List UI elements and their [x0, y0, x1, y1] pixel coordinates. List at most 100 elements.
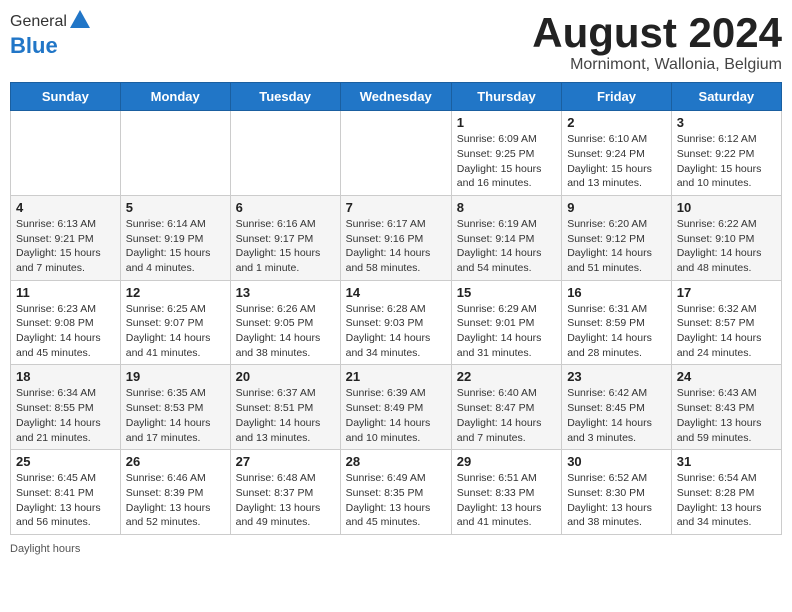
day-info: Sunrise: 6:54 AMSunset: 8:28 PMDaylight:… [677, 471, 776, 530]
day-info: Sunrise: 6:17 AMSunset: 9:16 PMDaylight:… [346, 217, 446, 276]
day-number: 27 [236, 454, 335, 469]
calendar-cell: 18 Sunrise: 6:34 AMSunset: 8:55 PMDayligh… [11, 365, 121, 450]
day-info: Sunrise: 6:45 AMSunset: 8:41 PMDaylight:… [16, 471, 115, 530]
day-info: Sunrise: 6:10 AMSunset: 9:24 PMDaylight:… [567, 132, 666, 191]
day-info: Sunrise: 6:34 AMSunset: 8:55 PMDaylight:… [16, 386, 115, 445]
day-info: Sunrise: 6:43 AMSunset: 8:43 PMDaylight:… [677, 386, 776, 445]
day-number: 15 [457, 285, 556, 300]
calendar-cell: 15 Sunrise: 6:29 AMSunset: 9:01 PMDayligh… [451, 280, 561, 365]
calendar-cell: 21 Sunrise: 6:39 AMSunset: 8:49 PMDayligh… [340, 365, 451, 450]
day-info: Sunrise: 6:16 AMSunset: 9:17 PMDaylight:… [236, 217, 335, 276]
day-number: 18 [16, 369, 115, 384]
weekday-header-friday: Friday [562, 83, 672, 111]
day-number: 5 [126, 200, 225, 215]
calendar-cell: 10Sunrise: 6:22 AMSunset: 9:10 PMDayligh… [671, 195, 781, 280]
day-number: 4 [16, 200, 115, 215]
day-number: 21 [346, 369, 446, 384]
title-area: August 2024 Mornimont, Wallonia, Belgium [532, 10, 782, 74]
day-info: Sunrise: 6:14 AMSunset: 9:19 PMDaylight:… [126, 217, 225, 276]
calendar-cell: 20Sunrise: 6:37 AMSunset: 8:51 PMDayligh… [230, 365, 340, 450]
calendar-cell: 19Sunrise: 6:35 AMSunset: 8:53 PMDayligh… [120, 365, 230, 450]
footer: Daylight hours [10, 543, 782, 555]
day-info: Sunrise: 6:49 AMSunset: 8:35 PMDaylight:… [346, 471, 446, 530]
day-number: 31 [677, 454, 776, 469]
day-info: Sunrise: 6:20 AMSunset: 9:12 PMDaylight:… [567, 217, 666, 276]
day-number: 28 [346, 454, 446, 469]
calendar-cell: 31 Sunrise: 6:54 AMSunset: 8:28 PMDayligh… [671, 450, 781, 535]
day-info: Sunrise: 6:28 AMSunset: 9:03 PMDaylight:… [346, 302, 446, 361]
calendar-cell: 8Sunrise: 6:19 AMSunset: 9:14 PMDaylight… [451, 195, 561, 280]
day-number: 3 [677, 115, 776, 130]
calendar-cell: 1Sunrise: 6:09 AMSunset: 9:25 PMDaylight… [451, 111, 561, 196]
calendar-cell [230, 111, 340, 196]
day-number: 29 [457, 454, 556, 469]
day-info: Sunrise: 6:39 AMSunset: 8:49 PMDaylight:… [346, 386, 446, 445]
calendar-cell: 3 Sunrise: 6:12 AMSunset: 9:22 PMDaylight… [671, 111, 781, 196]
calendar-cell: 24Sunrise: 6:43 AMSunset: 8:43 PMDayligh… [671, 365, 781, 450]
calendar-cell: 22 Sunrise: 6:40 AMSunset: 8:47 PMDayligh… [451, 365, 561, 450]
week-row-2: 4 Sunrise: 6:13 AMSunset: 9:21 PMDaylight… [11, 195, 782, 280]
day-info: Sunrise: 6:23 AMSunset: 9:08 PMDaylight:… [16, 302, 115, 361]
logo-triangle-icon [70, 10, 90, 33]
day-info: Sunrise: 6:26 AMSunset: 9:05 PMDaylight:… [236, 302, 335, 361]
weekday-header-thursday: Thursday [451, 83, 561, 111]
calendar-cell: 26 Sunrise: 6:46 AMSunset: 8:39 PMDayligh… [120, 450, 230, 535]
weekday-header-tuesday: Tuesday [230, 83, 340, 111]
location-subtitle: Mornimont, Wallonia, Belgium [532, 56, 782, 74]
day-number: 11 [16, 285, 115, 300]
day-number: 26 [126, 454, 225, 469]
week-row-3: 11 Sunrise: 6:23 AMSunset: 9:08 PMDayligh… [11, 280, 782, 365]
calendar-cell: 7 Sunrise: 6:17 AMSunset: 9:16 PMDaylight… [340, 195, 451, 280]
calendar-cell [11, 111, 121, 196]
day-info: Sunrise: 6:46 AMSunset: 8:39 PMDaylight:… [126, 471, 225, 530]
day-info: Sunrise: 6:52 AMSunset: 8:30 PMDaylight:… [567, 471, 666, 530]
day-number: 25 [16, 454, 115, 469]
day-info: Sunrise: 6:13 AMSunset: 9:21 PMDaylight:… [16, 217, 115, 276]
logo-blue-text: Blue [10, 33, 58, 58]
day-info: Sunrise: 6:42 AMSunset: 8:45 PMDaylight:… [567, 386, 666, 445]
calendar-cell: 13Sunrise: 6:26 AMSunset: 9:05 PMDayligh… [230, 280, 340, 365]
month-title: August 2024 [532, 10, 782, 56]
day-number: 14 [346, 285, 446, 300]
week-row-1: 1Sunrise: 6:09 AMSunset: 9:25 PMDaylight… [11, 111, 782, 196]
weekday-header-row: SundayMondayTuesdayWednesdayThursdayFrid… [11, 83, 782, 111]
calendar-cell: 4 Sunrise: 6:13 AMSunset: 9:21 PMDaylight… [11, 195, 121, 280]
calendar-cell: 28 Sunrise: 6:49 AMSunset: 8:35 PMDayligh… [340, 450, 451, 535]
day-number: 9 [567, 200, 666, 215]
day-info: Sunrise: 6:19 AMSunset: 9:14 PMDaylight:… [457, 217, 556, 276]
day-info: Sunrise: 6:29 AMSunset: 9:01 PMDaylight:… [457, 302, 556, 361]
day-info: Sunrise: 6:51 AMSunset: 8:33 PMDaylight:… [457, 471, 556, 530]
day-info: Sunrise: 6:25 AMSunset: 9:07 PMDaylight:… [126, 302, 225, 361]
calendar-cell: 11 Sunrise: 6:23 AMSunset: 9:08 PMDayligh… [11, 280, 121, 365]
day-info: Sunrise: 6:40 AMSunset: 8:47 PMDaylight:… [457, 386, 556, 445]
weekday-header-sunday: Sunday [11, 83, 121, 111]
calendar-cell: 23 Sunrise: 6:42 AMSunset: 8:45 PMDayligh… [562, 365, 672, 450]
day-number: 20 [236, 369, 335, 384]
calendar-cell: 17 Sunrise: 6:32 AMSunset: 8:57 PMDayligh… [671, 280, 781, 365]
logo: General Blue [10, 10, 90, 59]
header: General Blue August 2024 Mornimont, Wall… [10, 10, 782, 74]
day-number: 6 [236, 200, 335, 215]
calendar-cell [340, 111, 451, 196]
day-number: 12 [126, 285, 225, 300]
calendar-cell: 27Sunrise: 6:48 AMSunset: 8:37 PMDayligh… [230, 450, 340, 535]
day-info: Sunrise: 6:32 AMSunset: 8:57 PMDaylight:… [677, 302, 776, 361]
day-number: 7 [346, 200, 446, 215]
calendar-cell: 30Sunrise: 6:52 AMSunset: 8:30 PMDayligh… [562, 450, 672, 535]
week-row-4: 18 Sunrise: 6:34 AMSunset: 8:55 PMDayligh… [11, 365, 782, 450]
day-info: Sunrise: 6:12 AMSunset: 9:22 PMDaylight:… [677, 132, 776, 191]
week-row-5: 25 Sunrise: 6:45 AMSunset: 8:41 PMDayligh… [11, 450, 782, 535]
daylight-label: Daylight hours [10, 543, 80, 555]
day-number: 19 [126, 369, 225, 384]
day-info: Sunrise: 6:31 AMSunset: 8:59 PMDaylight:… [567, 302, 666, 361]
day-number: 23 [567, 369, 666, 384]
calendar-cell: 14 Sunrise: 6:28 AMSunset: 9:03 PMDayligh… [340, 280, 451, 365]
calendar-cell [120, 111, 230, 196]
weekday-header-wednesday: Wednesday [340, 83, 451, 111]
calendar-cell: 29 Sunrise: 6:51 AMSunset: 8:33 PMDayligh… [451, 450, 561, 535]
day-number: 16 [567, 285, 666, 300]
calendar-table: SundayMondayTuesdayWednesdayThursdayFrid… [10, 82, 782, 535]
day-number: 22 [457, 369, 556, 384]
day-info: Sunrise: 6:09 AMSunset: 9:25 PMDaylight:… [457, 132, 556, 191]
day-number: 17 [677, 285, 776, 300]
